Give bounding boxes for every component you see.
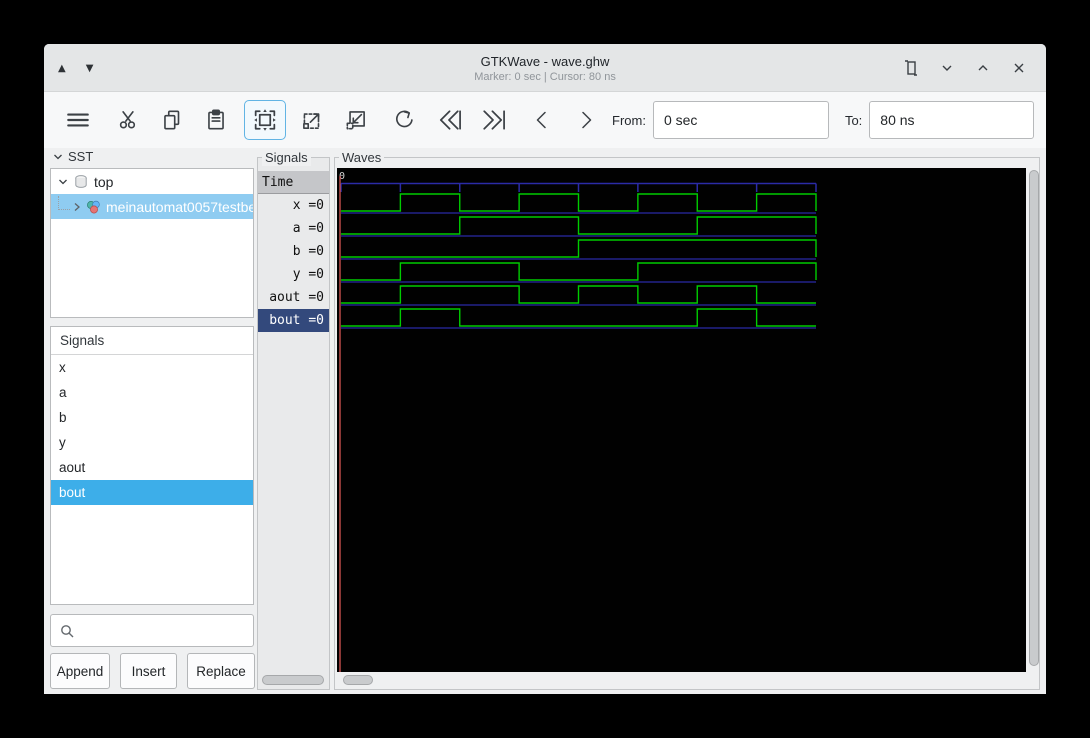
copy-button[interactable] xyxy=(154,100,190,140)
waves-hscrollbar-thumb[interactable] xyxy=(343,675,373,685)
facility-items: x a b y aout bout xyxy=(51,355,253,505)
signal-value-row[interactable]: x =0 xyxy=(258,194,329,217)
signals-frame-label: Signals xyxy=(262,149,311,166)
sst-section-header[interactable]: SST xyxy=(52,149,93,164)
titlebar[interactable]: ▲ ▼ GTKWave - wave.ghw Marker: 0 sec | C… xyxy=(44,44,1046,92)
append-button[interactable]: Append xyxy=(50,653,110,689)
facility-list: Signals x a b y aout bout xyxy=(50,326,254,605)
menu-button[interactable] xyxy=(56,100,100,140)
signal-value-row[interactable]: b =0 xyxy=(258,240,329,263)
wave-trace-bout xyxy=(341,308,816,327)
close-icon[interactable] xyxy=(1008,57,1030,79)
tree-guide-line xyxy=(58,195,70,210)
marker-cursor-status: Marker: 0 sec | Cursor: 80 ns xyxy=(474,70,616,83)
facility-item-bout[interactable]: bout xyxy=(51,480,253,505)
signal-value-row[interactable]: y =0 xyxy=(258,263,329,286)
facility-item-b[interactable]: b xyxy=(51,405,253,430)
wave-trace-aout xyxy=(341,285,816,304)
waves-hscrollbar[interactable] xyxy=(337,674,1026,686)
time-header[interactable]: Time xyxy=(258,171,329,194)
minimize-icon[interactable] xyxy=(936,57,958,79)
from-input[interactable]: 0 sec xyxy=(652,101,829,139)
sst-expander-icon xyxy=(54,154,62,159)
module-icon xyxy=(87,200,100,213)
to-input[interactable]: 80 ns xyxy=(869,101,1035,139)
signals-panel: Signals Time x =0 a =0 b =0 y =0 aout =0 bout… xyxy=(257,149,330,690)
keep-above-icon[interactable] xyxy=(900,57,922,79)
expander-down-icon xyxy=(59,179,67,184)
action-buttons: Append Insert Replace xyxy=(50,653,255,689)
titlebar-down-triangle-icon[interactable]: ▼ xyxy=(86,63,94,74)
search-icon xyxy=(61,624,74,637)
signal-search-input[interactable] xyxy=(50,614,254,647)
facility-item-a[interactable]: a xyxy=(51,380,253,405)
facility-item-aout[interactable]: aout xyxy=(51,455,253,480)
window-title: GTKWave - wave.ghw xyxy=(480,53,610,69)
facility-item-y[interactable]: y xyxy=(51,430,253,455)
tree-item-testbench[interactable]: meinautomat0057testbe xyxy=(51,194,253,219)
wave-trace-x xyxy=(341,193,817,212)
signals-hscrollbar-thumb[interactable] xyxy=(262,675,324,685)
waveform-svg: 0 xyxy=(339,171,817,672)
facility-list-header: Signals xyxy=(51,327,253,355)
signal-value-row[interactable]: bout =0 xyxy=(258,309,329,332)
to-label: To: xyxy=(844,112,863,128)
wave-trace-a xyxy=(341,216,817,235)
expander-right-icon xyxy=(74,202,80,211)
maximize-icon[interactable] xyxy=(972,57,994,79)
waves-frame-label: Waves xyxy=(339,149,385,166)
shift-left-end-button[interactable] xyxy=(432,100,466,140)
signal-value-row[interactable]: a =0 xyxy=(258,217,329,240)
waves-panel: Waves 0 xyxy=(334,149,1041,690)
gtkwave-window: ▲ ▼ GTKWave - wave.ghw Marker: 0 sec | C… xyxy=(44,44,1046,694)
zoom-out-button[interactable] xyxy=(338,100,374,140)
tree-item-label: meinautomat0057testbe xyxy=(106,198,253,215)
sst-label: SST xyxy=(68,149,94,164)
wave-canvas[interactable]: 0 xyxy=(337,168,1026,672)
signal-value-row[interactable]: aout =0 xyxy=(258,286,329,309)
signals-hscrollbar[interactable] xyxy=(259,674,328,686)
waves-vscrollbar-thumb[interactable] xyxy=(1029,170,1039,666)
zoom-fit-button[interactable] xyxy=(244,100,286,140)
wave-trace-b xyxy=(341,239,817,258)
cut-button[interactable] xyxy=(110,100,146,140)
wave-trace-y xyxy=(341,262,817,281)
replace-button[interactable]: Replace xyxy=(187,653,255,689)
shift-right-button[interactable] xyxy=(572,100,600,140)
facility-item-x[interactable]: x xyxy=(51,355,253,380)
titlebar-up-triangle-icon[interactable]: ▲ xyxy=(58,63,66,74)
waves-vscrollbar[interactable] xyxy=(1027,168,1041,672)
paste-button[interactable] xyxy=(198,100,234,140)
shift-right-end-button[interactable] xyxy=(476,100,510,140)
shift-left-button[interactable] xyxy=(528,100,556,140)
insert-button[interactable]: Insert xyxy=(120,653,177,689)
database-icon xyxy=(75,174,87,188)
tree-item-top[interactable]: top xyxy=(51,169,253,194)
toolbar: From: 0 sec To: 80 ns xyxy=(44,92,1046,148)
tree-item-label: top xyxy=(94,173,114,190)
zoom-in-button[interactable] xyxy=(294,100,330,140)
undo-button[interactable] xyxy=(388,100,420,140)
sst-tree: top meinautomat0057testbe xyxy=(50,168,254,318)
from-label: From: xyxy=(612,112,646,128)
